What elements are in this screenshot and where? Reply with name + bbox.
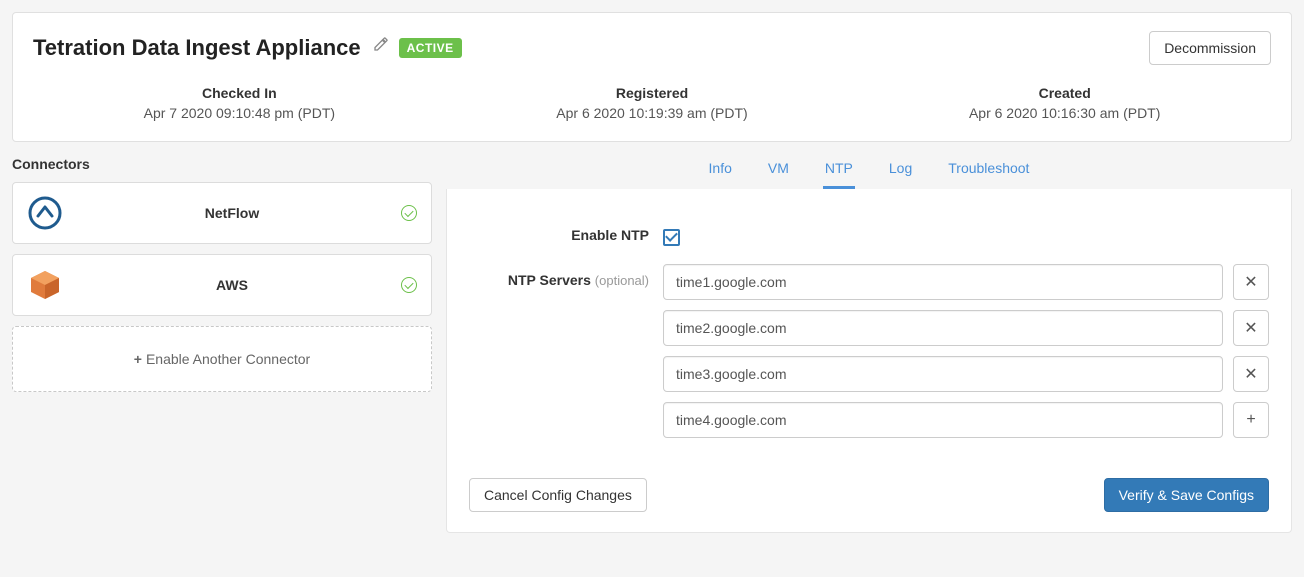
connector-item-aws[interactable]: AWS: [12, 254, 432, 316]
plus-icon: +: [134, 351, 142, 367]
cancel-button[interactable]: Cancel Config Changes: [469, 478, 647, 512]
meta-row: Checked In Apr 7 2020 09:10:48 pm (PDT) …: [33, 85, 1271, 121]
ntp-server-input[interactable]: [663, 310, 1223, 346]
optional-label: (optional): [595, 273, 649, 288]
tab-info[interactable]: Info: [707, 156, 734, 189]
meta-label: Registered: [446, 85, 859, 101]
tabs: Info VM NTP Log Troubleshoot: [446, 156, 1292, 190]
meta-value: Apr 6 2020 10:16:30 am (PDT): [858, 105, 1271, 121]
ntp-server-input[interactable]: [663, 264, 1223, 300]
verify-save-button[interactable]: Verify & Save Configs: [1104, 478, 1269, 512]
meta-value: Apr 7 2020 09:10:48 pm (PDT): [33, 105, 446, 121]
connector-name: NetFlow: [79, 205, 385, 221]
meta-label: Created: [858, 85, 1271, 101]
enable-ntp-label: Enable NTP: [571, 227, 649, 243]
tab-log[interactable]: Log: [887, 156, 914, 189]
close-icon: ✕: [1244, 318, 1257, 338]
meta-value: Apr 6 2020 10:19:39 am (PDT): [446, 105, 859, 121]
edit-icon[interactable]: [371, 36, 389, 61]
tab-ntp[interactable]: NTP: [823, 156, 855, 189]
ntp-server-input[interactable]: [663, 402, 1223, 438]
close-icon: ✕: [1244, 272, 1257, 292]
netflow-icon: [27, 195, 63, 231]
status-badge: ACTIVE: [399, 38, 462, 58]
status-ok-icon: [401, 277, 417, 293]
page-title: Tetration Data Ingest Appliance: [33, 35, 361, 61]
remove-server-button[interactable]: ✕: [1233, 264, 1269, 300]
enable-ntp-checkbox[interactable]: [663, 229, 680, 246]
appliance-header: Tetration Data Ingest Appliance ACTIVE D…: [12, 12, 1292, 142]
connector-item-netflow[interactable]: NetFlow: [12, 182, 432, 244]
remove-server-button[interactable]: ✕: [1233, 310, 1269, 346]
ntp-panel: Enable NTP NTP Servers (optional) ✕: [446, 189, 1292, 533]
meta-label: Checked In: [33, 85, 446, 101]
remove-server-button[interactable]: ✕: [1233, 356, 1269, 392]
plus-icon: +: [1246, 411, 1255, 429]
add-server-button[interactable]: +: [1233, 402, 1269, 438]
add-connector-label: Enable Another Connector: [146, 351, 310, 367]
close-icon: ✕: [1244, 364, 1257, 384]
tab-troubleshoot[interactable]: Troubleshoot: [946, 156, 1031, 189]
tab-vm[interactable]: VM: [766, 156, 791, 189]
ntp-servers-label: NTP Servers: [508, 272, 591, 288]
connector-name: AWS: [79, 277, 385, 293]
aws-icon: [27, 267, 63, 303]
add-connector-button[interactable]: +Enable Another Connector: [12, 326, 432, 392]
connectors-heading: Connectors: [12, 156, 432, 172]
status-ok-icon: [401, 205, 417, 221]
decommission-button[interactable]: Decommission: [1149, 31, 1271, 65]
ntp-server-input[interactable]: [663, 356, 1223, 392]
